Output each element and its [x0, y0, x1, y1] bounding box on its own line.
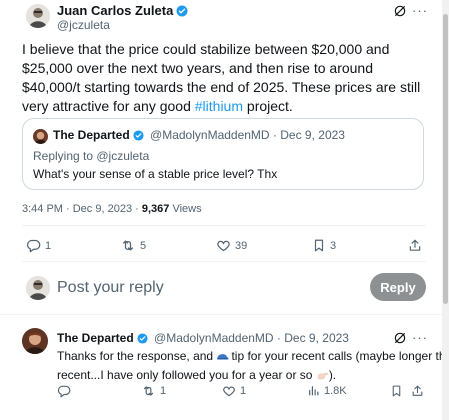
bookmark-count: 3 [330, 239, 337, 252]
quoted-handle-date: @MadolynMaddenMD · Dec 9, 2023 [150, 128, 345, 142]
reply-button[interactable]: Reply [370, 273, 426, 301]
retweet-count: 5 [140, 239, 147, 252]
quoted-tweet-card[interactable]: The Departed @MadolynMaddenMD · Dec 9, 2… [22, 118, 424, 190]
tweet-text-end: project. [243, 98, 293, 114]
share-action[interactable] [408, 238, 422, 253]
verified-badge-icon [176, 5, 188, 20]
reply-retweet-count: 1 [160, 385, 167, 397]
tweet-text: I believe that the price could stabilize… [22, 40, 432, 116]
reply-icon [57, 384, 71, 398]
bookmark-action[interactable]: 3 [312, 238, 336, 253]
divider [22, 225, 426, 226]
tweet-meta: 3:44 PM · Dec 9, 2023 · 9,367 Views [22, 203, 202, 215]
reply-share-action[interactable] [411, 384, 424, 398]
views-icon [307, 384, 320, 397]
like-action[interactable]: 39 [216, 238, 247, 253]
reply-text-line1-end: tip for your recent calls (maybe longer … [231, 349, 449, 363]
views-count: 9,367 [141, 203, 170, 215]
scrollbar-thumb[interactable] [443, 14, 448, 304]
bookmark-icon [312, 238, 326, 253]
quoted-author-name: The Departed [53, 128, 130, 142]
my-avatar [26, 276, 50, 300]
bookmark-icon [390, 384, 403, 398]
reply-count: 1 [45, 239, 52, 252]
reply-header: The Departed @MadolynMaddenMD · Dec 9, 2… [57, 331, 349, 347]
reply-like-action[interactable]: 1 [222, 384, 246, 398]
grok-icon[interactable] [393, 4, 407, 23]
author-handle[interactable]: @jczuleta [57, 18, 110, 32]
like-icon [222, 384, 236, 398]
quoted-text: What's your sense of a stable price leve… [33, 167, 278, 181]
quoted-header: The Departed @MadolynMaddenMD · Dec 9, 2… [53, 128, 345, 144]
reply-like-count: 1 [240, 385, 247, 397]
reply-bookmark-action[interactable] [390, 384, 403, 398]
retweet-icon [120, 238, 136, 253]
reply-retweet-action[interactable]: 1 [141, 384, 166, 398]
cap-emoji-icon [216, 350, 229, 367]
reply-text-line2-start: recent...I have only followed you for a … [57, 368, 316, 382]
reply-views-count: 1.8K [324, 384, 347, 397]
reply-input[interactable]: Post your reply [57, 279, 164, 297]
divider [0, 314, 442, 315]
reply-text-line2-end: ). [328, 368, 337, 382]
author-name[interactable]: Juan Carlos Zuleta [57, 3, 173, 18]
share-icon [411, 384, 424, 398]
reply-icon [26, 238, 41, 253]
like-count: 39 [235, 239, 248, 252]
retweet-icon [141, 384, 156, 398]
more-icon[interactable]: ··· [412, 330, 428, 345]
more-icon[interactable]: ··· [412, 3, 428, 18]
reply-handle-date[interactable]: @MadolynMaddenMD · Dec 9, 2023 [154, 331, 349, 345]
reply-author-avatar[interactable] [22, 328, 48, 354]
reply-views-action[interactable]: 1.8K [307, 384, 347, 397]
share-icon [408, 238, 422, 253]
like-icon [216, 238, 231, 253]
divider [22, 261, 426, 262]
verified-badge-icon [133, 130, 144, 144]
quoted-replying-to: Replying to @jczuleta [33, 149, 150, 163]
page-scrollbar[interactable] [442, 0, 449, 420]
author-avatar[interactable] [26, 4, 50, 28]
reply-text-line1-start: Thanks for the response, and [57, 349, 217, 363]
reply-reply-action[interactable] [57, 384, 75, 398]
hashtag-link[interactable]: #lithium [195, 98, 243, 114]
quoted-author-avatar [33, 129, 48, 144]
reply-action[interactable]: 1 [26, 238, 51, 253]
retweet-action[interactable]: 5 [120, 238, 146, 253]
views-label: Views [172, 203, 202, 215]
tweet-timestamp[interactable]: 3:44 PM · Dec 9, 2023 · [22, 203, 142, 215]
verified-badge-icon [137, 333, 148, 347]
reply-text: Thanks for the response, and tip for you… [57, 348, 449, 386]
reply-author-name[interactable]: The Departed [57, 331, 134, 345]
